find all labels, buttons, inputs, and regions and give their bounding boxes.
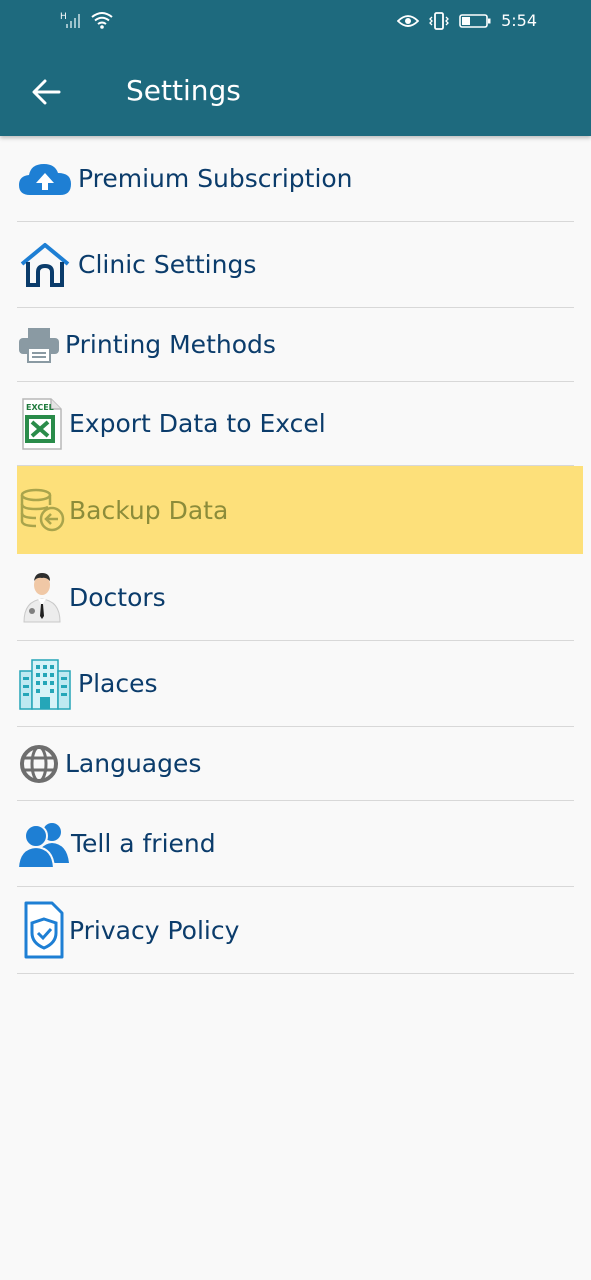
globe-icon xyxy=(17,743,61,785)
building-icon xyxy=(17,657,73,711)
status-bar-right: 5:54 xyxy=(397,11,537,30)
settings-item-label: Printing Methods xyxy=(65,330,276,359)
printer-icon xyxy=(17,325,61,365)
vibrate-icon xyxy=(429,11,449,30)
settings-item-label: Places xyxy=(78,669,158,698)
settings-item-backup-data[interactable]: Backup Data xyxy=(17,466,583,554)
settings-item-label: Tell a friend xyxy=(71,829,216,858)
settings-item-places[interactable]: Places xyxy=(17,641,574,727)
page-title: Settings xyxy=(126,74,241,107)
settings-item-label: Export Data to Excel xyxy=(69,409,326,438)
sim-label: H xyxy=(60,12,67,22)
doctor-icon xyxy=(17,570,67,624)
settings-item-printing-methods[interactable]: Printing Methods xyxy=(17,308,574,382)
settings-item-premium-subscription[interactable]: Premium Subscription xyxy=(17,136,574,222)
status-bar-left: H xyxy=(60,10,114,30)
battery-icon xyxy=(459,13,491,28)
settings-item-privacy-policy[interactable]: Privacy Policy xyxy=(17,887,574,974)
status-time: 5:54 xyxy=(501,11,537,30)
eye-icon xyxy=(397,14,420,27)
people-icon xyxy=(17,819,71,869)
shield-document-icon xyxy=(17,901,67,959)
app-bar: H 5:54 Settings xyxy=(0,0,591,136)
settings-item-label: Privacy Policy xyxy=(69,915,240,945)
settings-item-doctors[interactable]: Doctors xyxy=(17,554,574,641)
svg-text:EXCEL: EXCEL xyxy=(26,403,54,412)
settings-item-clinic-settings[interactable]: Clinic Settings xyxy=(17,222,574,308)
cloud-upload-icon xyxy=(17,159,73,199)
wifi-icon xyxy=(91,12,113,29)
excel-icon: EXCEL xyxy=(17,396,65,452)
arrow-left-icon xyxy=(32,79,61,105)
settings-item-label: Premium Subscription xyxy=(78,164,353,193)
settings-item-languages[interactable]: Languages xyxy=(17,727,574,801)
settings-item-export-excel[interactable]: EXCEL Export Data to Excel xyxy=(17,382,574,466)
settings-item-label: Doctors xyxy=(69,582,166,612)
database-backup-icon xyxy=(17,486,67,534)
settings-item-label: Languages xyxy=(65,749,202,778)
house-icon xyxy=(17,241,73,289)
settings-item-label: Clinic Settings xyxy=(78,250,257,279)
settings-item-label: Backup Data xyxy=(69,495,229,525)
signal-icon: H xyxy=(60,12,80,28)
settings-item-tell-a-friend[interactable]: Tell a friend xyxy=(17,801,574,887)
back-button[interactable] xyxy=(22,68,70,116)
